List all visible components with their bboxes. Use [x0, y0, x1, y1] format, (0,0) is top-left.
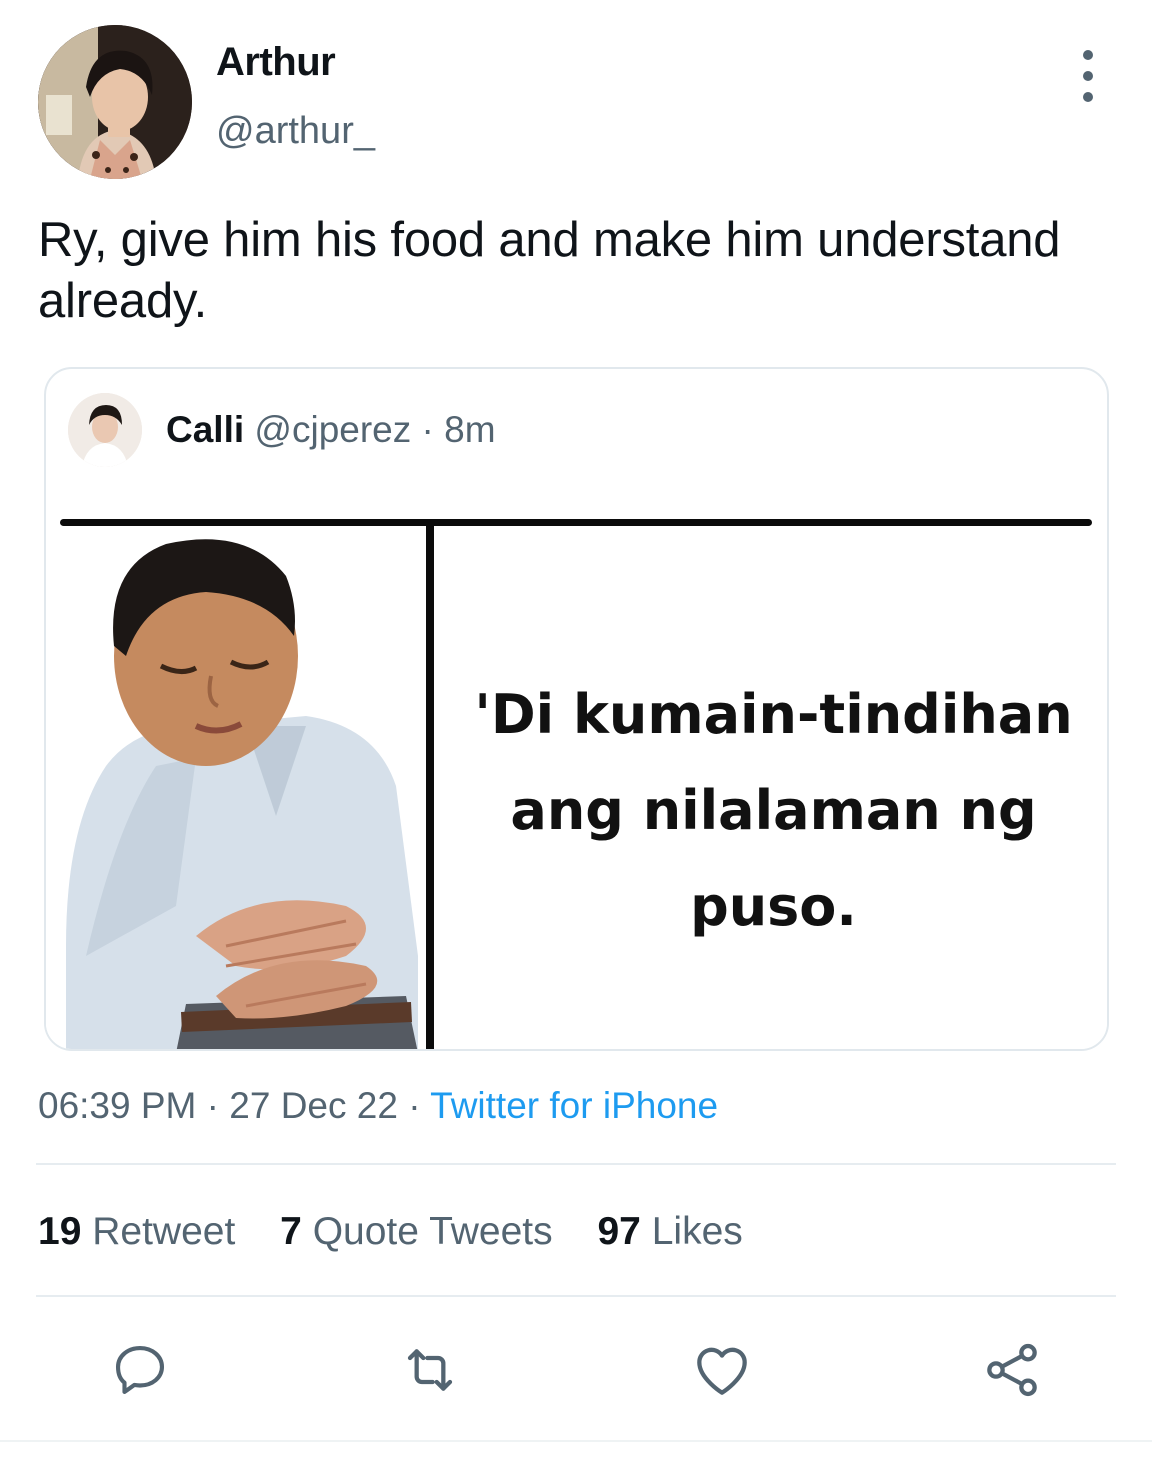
timestamp-separator: · — [196, 1085, 230, 1126]
tweet-source-link[interactable]: Twitter for iPhone — [430, 1085, 718, 1126]
engagement-stats: 19 Retweet 7 Quote Tweets 97 Likes — [38, 1210, 777, 1254]
stats-top-divider — [36, 1163, 1116, 1165]
retweet-count[interactable]: 19 Retweet — [38, 1210, 235, 1254]
byline-separator: · — [411, 409, 445, 450]
retweet-count-value: 19 — [38, 1210, 82, 1253]
more-dot — [1083, 50, 1093, 60]
quote-tweets-count[interactable]: 7 Quote Tweets — [280, 1210, 552, 1254]
timestamp-separator: · — [397, 1085, 431, 1126]
quote-tweets-count-value: 7 — [280, 1210, 302, 1253]
quoted-author-handle[interactable]: @cjperez — [254, 409, 411, 450]
likes-count-label: Likes — [651, 1210, 743, 1253]
like-icon[interactable] — [682, 1330, 762, 1410]
quoted-author-avatar[interactable] — [68, 393, 142, 467]
share-icon[interactable] — [972, 1330, 1052, 1410]
tweet-time[interactable]: 06:39 PM — [38, 1085, 196, 1126]
quoted-tweet-age: 8m — [444, 409, 496, 450]
author-handle[interactable]: @arthur_ — [216, 110, 375, 153]
quoted-tweet-byline: Calli @cjperez · 8m — [166, 409, 496, 451]
retweet-count-label: Retweet — [92, 1210, 236, 1253]
tweet-text: Ry, give him his food and make him under… — [38, 213, 1061, 328]
likes-count-value: 97 — [597, 1210, 641, 1253]
quoted-tweet-card[interactable]: Calli @cjperez · 8m 'Di kumain-tindihan … — [44, 367, 1109, 1051]
meme-photo-man-holding-stomach — [46, 526, 426, 1049]
stats-bottom-divider — [36, 1295, 1116, 1297]
more-dot — [1083, 71, 1093, 81]
tweet-timestamp: 06:39 PM · 27 Dec 22 · Twitter for iPhon… — [38, 1085, 718, 1127]
meme-panel-divider — [426, 519, 434, 1049]
bottom-divider — [0, 1440, 1152, 1442]
tweet-date[interactable]: 27 Dec 22 — [229, 1085, 398, 1126]
meme-caption: 'Di kumain-tindihan ang nilalaman ng pus… — [474, 683, 1073, 938]
author-avatar[interactable] — [38, 25, 192, 179]
tweet-action-bar — [0, 1330, 1152, 1410]
quote-tweets-count-label: Quote Tweets — [312, 1210, 553, 1253]
likes-count[interactable]: 97 Likes — [597, 1210, 742, 1254]
quoted-tweet-header: Calli @cjperez · 8m — [68, 391, 1068, 469]
tweet-header: Arthur @arthur_ — [0, 0, 1152, 190]
quoted-meme-image[interactable]: 'Di kumain-tindihan ang nilalaman ng pus… — [46, 519, 1107, 1049]
retweet-icon[interactable] — [390, 1330, 470, 1410]
meme-top-border — [60, 519, 1092, 526]
quoted-author-display-name[interactable]: Calli — [166, 409, 244, 450]
reply-icon[interactable] — [100, 1330, 180, 1410]
author-display-name[interactable]: Arthur — [216, 40, 336, 85]
more-options-icon[interactable] — [1066, 50, 1110, 102]
more-dot — [1083, 92, 1093, 102]
